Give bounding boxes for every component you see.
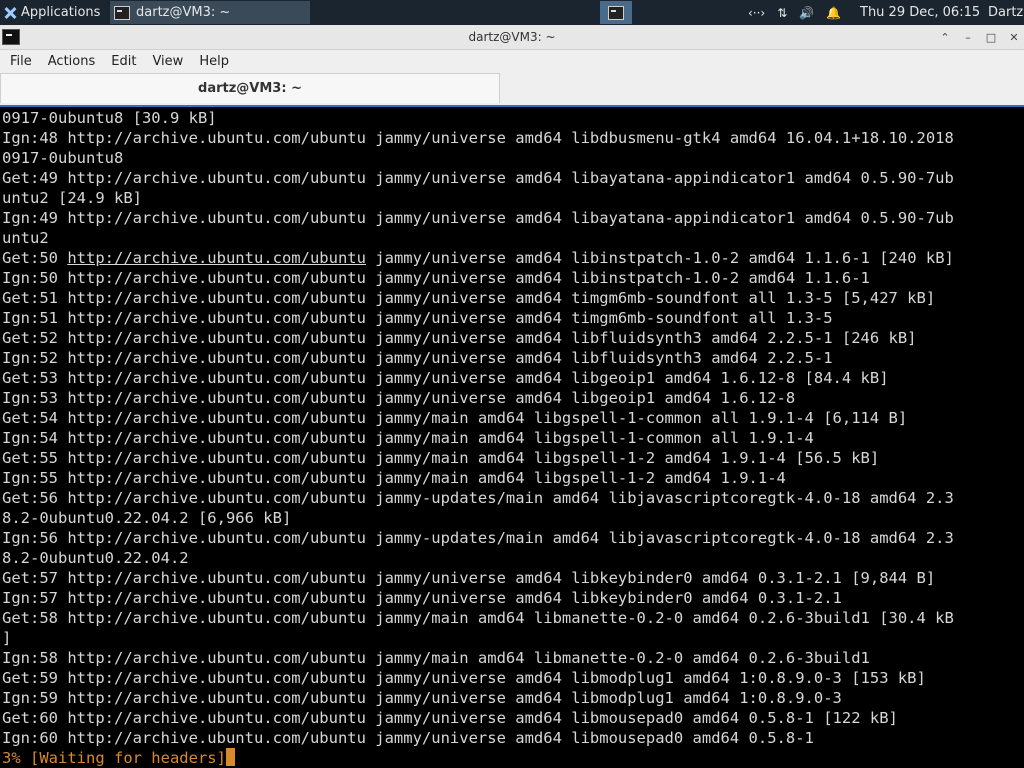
terminal-line: Get:54 http://archive.ubuntu.com/ubuntu … — [2, 409, 908, 427]
chevron-up-icon[interactable]: ⌃ — [939, 31, 951, 44]
terminal-line: Get:53 http://archive.ubuntu.com/ubuntu … — [2, 369, 889, 387]
maximize-button[interactable]: □ — [985, 31, 997, 44]
terminal-icon — [608, 5, 624, 20]
network-icon[interactable]: ‹··› — [748, 6, 765, 20]
top-panel: Applications dartz@VM3: ~ ‹··› ⇅ 🔊 🔔 Thu… — [0, 0, 1024, 25]
terminal-line: Get:56 http://archive.ubuntu.com/ubuntu … — [2, 489, 954, 507]
user-menu[interactable]: Dartz — [988, 0, 1023, 25]
terminal-line: Get:49 http://archive.ubuntu.com/ubuntu … — [2, 169, 954, 187]
terminal-link[interactable]: http://archive.ubuntu.com/ubuntu — [67, 249, 366, 267]
terminal-line: Get:51 http://archive.ubuntu.com/ubuntu … — [2, 289, 936, 307]
terminal-line: Get:58 http://archive.ubuntu.com/ubuntu … — [2, 609, 954, 627]
menu-bar: File Actions Edit View Help — [0, 50, 1024, 73]
terminal-line: ] — [2, 629, 12, 647]
minimize-button[interactable]: – — [962, 31, 974, 44]
terminal-line: Ign:52 http://archive.ubuntu.com/ubuntu … — [2, 349, 833, 367]
terminal-line: Ign:59 http://archive.ubuntu.com/ubuntu … — [2, 689, 842, 707]
terminal-line: Ign:50 http://archive.ubuntu.com/ubuntu … — [2, 269, 870, 287]
menu-help[interactable]: Help — [191, 54, 237, 69]
progress-line: 3% [Waiting for headers] — [2, 748, 1024, 768]
terminal-line: 8.2-0ubuntu0.22.04.2 — [2, 549, 189, 567]
terminal-line: 0917-0ubuntu8 [30.9 kB] — [2, 109, 217, 127]
applications-label: Applications — [21, 5, 101, 20]
close-button[interactable]: ✕ — [1008, 31, 1020, 44]
terminal-line: Ign:58 http://archive.ubuntu.com/ubuntu … — [2, 649, 870, 667]
workspace-switcher[interactable] — [600, 1, 632, 24]
clock[interactable]: Thu 29 Dec, 06:15 — [860, 0, 980, 25]
terminal-line: Ign:49 http://archive.ubuntu.com/ubuntu … — [2, 209, 954, 227]
system-tray: ‹··› ⇅ 🔊 🔔 — [748, 0, 841, 25]
terminal-line: Get:59 http://archive.ubuntu.com/ubuntu … — [2, 669, 926, 687]
terminal-line: 0917-0ubuntu8 — [2, 149, 124, 167]
transfer-arrows-icon[interactable]: ⇅ — [777, 6, 787, 20]
terminal-line: Ign:53 http://archive.ubuntu.com/ubuntu … — [2, 389, 796, 407]
terminal-line: Get:55 http://archive.ubuntu.com/ubuntu … — [2, 449, 880, 467]
tab-terminal[interactable]: dartz@VM3: ~ — [0, 73, 500, 103]
terminal-line: Ign:55 http://archive.ubuntu.com/ubuntu … — [2, 469, 786, 487]
window-controls: ⌃ – □ ✕ — [939, 25, 1020, 50]
taskbar-item-label: dartz@VM3: ~ — [136, 5, 231, 20]
cursor-block — [225, 748, 235, 766]
applications-menu-button[interactable]: Applications — [0, 0, 108, 25]
terminal-line: Ign:56 http://archive.ubuntu.com/ubuntu … — [2, 529, 954, 547]
terminal-line: Ign:51 http://archive.ubuntu.com/ubuntu … — [2, 309, 833, 327]
terminal-line: Get:60 http://archive.ubuntu.com/ubuntu … — [2, 709, 898, 727]
menu-edit[interactable]: Edit — [103, 54, 144, 69]
xfce-logo-icon — [3, 6, 17, 20]
terminal-line: Ign:60 http://archive.ubuntu.com/ubuntu … — [2, 729, 814, 747]
window-title: dartz@VM3: ~ — [468, 30, 556, 44]
taskbar-item-terminal[interactable]: dartz@VM3: ~ — [110, 1, 310, 24]
terminal-line: untu2 [24.9 kB] — [2, 189, 142, 207]
progress-text: 3% [Waiting for headers] — [2, 749, 226, 767]
terminal-line: Get:52 http://archive.ubuntu.com/ubuntu … — [2, 329, 917, 347]
terminal-line: Get:50 http://archive.ubuntu.com/ubuntu … — [2, 249, 954, 267]
window-titlebar[interactable]: dartz@VM3: ~ ⌃ – □ ✕ — [0, 25, 1024, 50]
terminal-line: 8.2-0ubuntu0.22.04.2 [6,966 kB] — [2, 509, 292, 527]
terminal-line: Ign:54 http://archive.ubuntu.com/ubuntu … — [2, 429, 814, 447]
terminal-line: Ign:48 http://archive.ubuntu.com/ubuntu … — [2, 129, 954, 147]
menu-actions[interactable]: Actions — [40, 54, 104, 69]
terminal-output[interactable]: 0917-0ubuntu8 [30.9 kB] Ign:48 http://arc… — [0, 105, 1024, 768]
volume-icon[interactable]: 🔊 — [799, 6, 814, 20]
terminal-line: untu2 — [2, 229, 49, 247]
terminal-line: Ign:57 http://archive.ubuntu.com/ubuntu … — [2, 589, 842, 607]
tab-bar: dartz@VM3: ~ — [0, 73, 1024, 105]
menu-file[interactable]: File — [2, 54, 40, 69]
terminal-icon — [114, 5, 130, 20]
notification-bell-icon[interactable]: 🔔 — [826, 6, 841, 20]
menu-view[interactable]: View — [144, 54, 191, 69]
terminal-line: Get:57 http://archive.ubuntu.com/ubuntu … — [2, 569, 936, 587]
